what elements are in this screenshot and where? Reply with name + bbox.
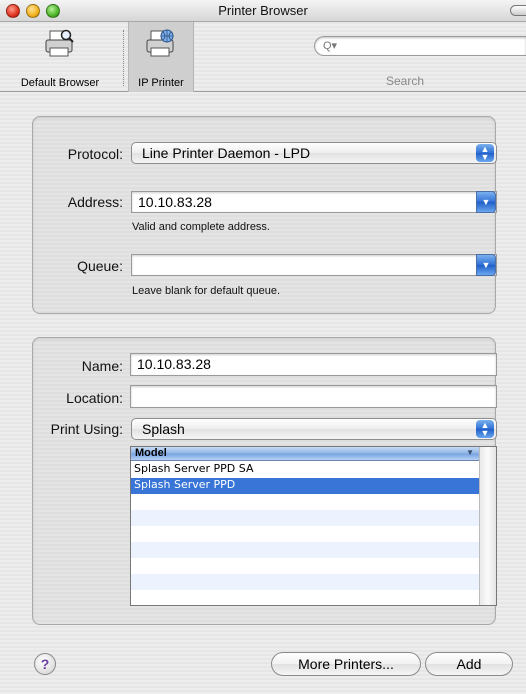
search-icon: Q▾ — [323, 40, 338, 52]
printer-magnifier-icon — [45, 29, 74, 57]
toolbar-separator — [123, 30, 125, 86]
printer-browser-window: Printer Browser Default Browser IP Print… — [0, 0, 526, 694]
chevron-down-icon[interactable]: ▼ — [476, 191, 496, 213]
model-row-selected[interactable]: Splash Server PPD — [131, 478, 480, 494]
title-bar: Printer Browser — [0, 0, 526, 22]
model-table[interactable]: Model ▼ Splash Server PPD SA Splash Serv… — [130, 446, 497, 606]
model-header-label: Model — [135, 447, 167, 459]
ip-printer-label: IP Printer — [138, 77, 184, 89]
window-title: Printer Browser — [218, 3, 308, 18]
model-column-header[interactable]: Model ▼ — [131, 447, 480, 461]
print-using-label: Print Using: — [50, 421, 123, 437]
address-hint: Valid and complete address. — [132, 221, 270, 233]
search-input[interactable]: Q▾ — [314, 36, 526, 56]
model-row[interactable] — [131, 526, 480, 542]
popup-arrows-icon: ▲ ▼ — [476, 420, 494, 438]
queue-combo[interactable]: ▼ — [131, 254, 497, 276]
model-row[interactable] — [131, 510, 480, 526]
print-using-value: Splash — [142, 421, 185, 437]
chevron-down-icon[interactable]: ▼ — [476, 254, 496, 276]
model-row[interactable] — [131, 558, 480, 574]
search-control: Q▾ — [314, 36, 526, 58]
model-row[interactable] — [131, 574, 480, 590]
queue-hint: Leave blank for default queue. — [132, 285, 281, 297]
queue-label: Queue: — [77, 258, 123, 274]
model-scrollbar[interactable] — [479, 447, 496, 605]
name-label: Name: — [81, 358, 123, 374]
help-button[interactable]: ? — [34, 653, 56, 675]
add-button[interactable]: Add — [425, 652, 513, 676]
print-using-popup[interactable]: Splash ▲ ▼ — [131, 418, 497, 440]
more-printers-button[interactable]: More Printers... — [271, 652, 421, 676]
popup-arrows-icon: ▲ ▼ — [476, 144, 494, 162]
protocol-value: Line Printer Daemon - LPD — [142, 145, 311, 161]
search-label: Search — [386, 74, 425, 88]
printer-globe-icon — [146, 29, 174, 57]
model-row[interactable] — [131, 494, 480, 510]
location-label: Location: — [66, 390, 123, 406]
address-label: Address: — [67, 194, 123, 210]
model-row[interactable]: Splash Server PPD SA — [131, 462, 480, 478]
toolbar: Default Browser IP Printer Q▾ Search — [0, 22, 526, 92]
model-row[interactable] — [131, 542, 480, 558]
location-field[interactable] — [130, 385, 497, 408]
default-browser-tab[interactable]: Default Browser — [0, 22, 120, 92]
protocol-label: Protocol: — [67, 146, 123, 162]
default-browser-label: Default Browser — [20, 77, 100, 89]
ip-printer-tab[interactable]: IP Printer — [128, 22, 194, 92]
protocol-popup[interactable]: Line Printer Daemon - LPD ▲ ▼ — [131, 142, 497, 164]
address-value: 10.10.83.28 — [138, 194, 212, 210]
toolbar-toggle-button[interactable] — [510, 5, 526, 16]
name-field[interactable]: 10.10.83.28 — [130, 353, 497, 376]
address-combo[interactable]: 10.10.83.28 ▼ — [131, 191, 497, 213]
sort-descending-icon: ▼ — [466, 448, 474, 457]
